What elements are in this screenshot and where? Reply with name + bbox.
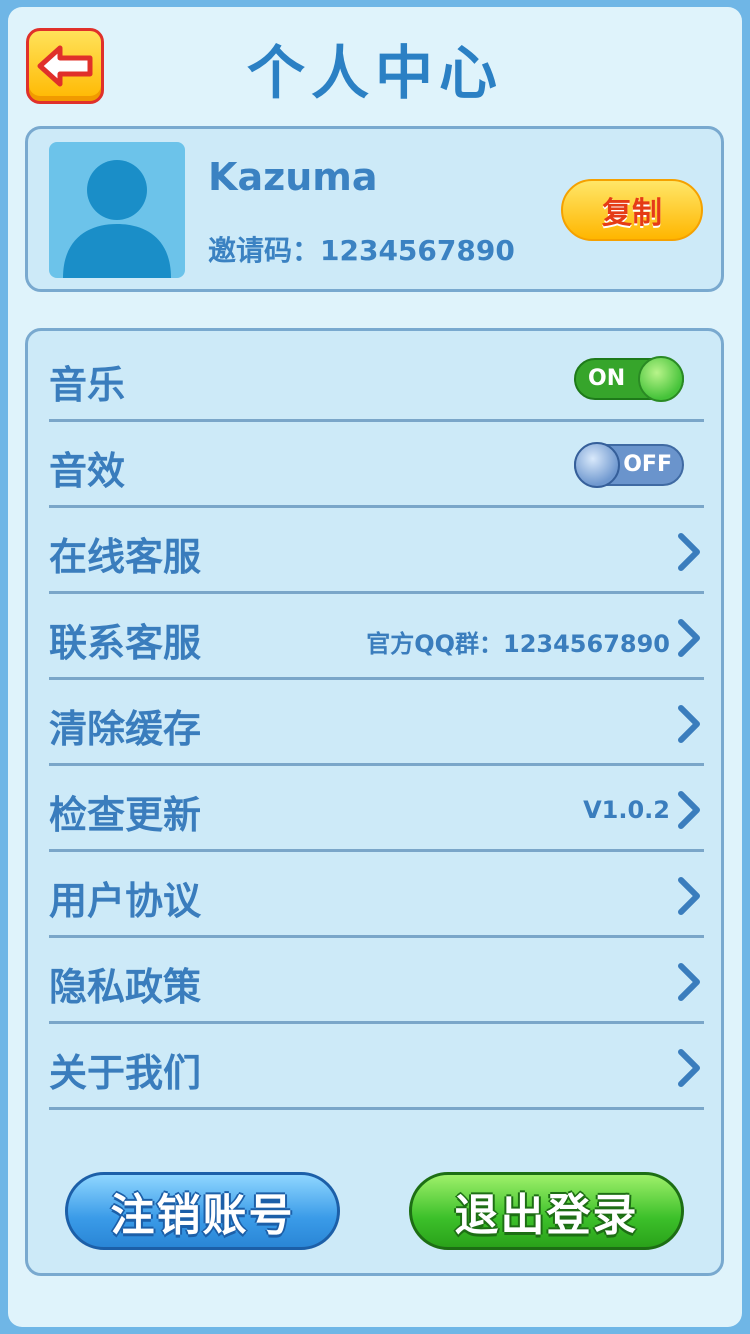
settings-row-user-agreement[interactable]: 用户协议 xyxy=(49,852,704,938)
chevron-right-icon xyxy=(678,533,700,571)
page-title: 个人中心 xyxy=(246,39,503,107)
row-label: 清除缓存 xyxy=(49,707,202,751)
settings-row-sound: 音效 OFF xyxy=(49,422,704,508)
settings-card: 音乐 ON 音效 OFF 在线客服 联系客服 官方QQ群：1234567890 … xyxy=(25,328,724,1276)
user-avatar-icon xyxy=(49,142,185,278)
sound-toggle-state: OFF xyxy=(623,452,672,477)
toggle-knob xyxy=(638,356,684,402)
row-label: 在线客服 xyxy=(49,535,202,579)
music-toggle[interactable]: ON xyxy=(574,356,684,402)
profile-card: Kazuma 邀请码：1234567890 复制 xyxy=(25,126,724,292)
sound-label: 音效 xyxy=(49,449,126,493)
cancel-account-button[interactable]: 注销账号 xyxy=(65,1172,340,1250)
settings-row-privacy-policy[interactable]: 隐私政策 xyxy=(49,938,704,1024)
version-value: V1.0.2 xyxy=(583,796,670,824)
row-label: 隐私政策 xyxy=(49,965,202,1009)
chevron-right-icon xyxy=(678,877,700,915)
settings-row-contact-service[interactable]: 联系客服 官方QQ群：1234567890 xyxy=(49,594,704,680)
toggle-knob xyxy=(574,442,620,488)
music-toggle-state: ON xyxy=(588,366,626,391)
settings-row-music: 音乐 ON xyxy=(49,336,704,422)
chevron-right-icon xyxy=(678,963,700,1001)
settings-row-online-service[interactable]: 在线客服 xyxy=(49,508,704,594)
sound-toggle[interactable]: OFF xyxy=(574,442,684,488)
row-label: 检查更新 xyxy=(49,793,202,837)
row-label: 联系客服 xyxy=(49,621,202,665)
copy-button[interactable]: 复制 xyxy=(561,179,703,241)
invite-code: 邀请码：1234567890 xyxy=(208,234,515,267)
row-label: 用户协议 xyxy=(49,879,202,923)
row-label: 关于我们 xyxy=(49,1051,202,1095)
settings-row-about-us[interactable]: 关于我们 xyxy=(49,1024,704,1110)
qq-group-value: 官方QQ群：1234567890 xyxy=(366,630,670,658)
settings-row-clear-cache[interactable]: 清除缓存 xyxy=(49,680,704,766)
settings-row-check-update[interactable]: 检查更新 V1.0.2 xyxy=(49,766,704,852)
chevron-right-icon xyxy=(678,1049,700,1087)
logout-button[interactable]: 退出登录 xyxy=(409,1172,684,1250)
username: Kazuma xyxy=(208,155,378,199)
chevron-right-icon xyxy=(678,619,700,657)
chevron-right-icon xyxy=(678,791,700,829)
chevron-right-icon xyxy=(678,705,700,743)
music-label: 音乐 xyxy=(49,363,126,407)
